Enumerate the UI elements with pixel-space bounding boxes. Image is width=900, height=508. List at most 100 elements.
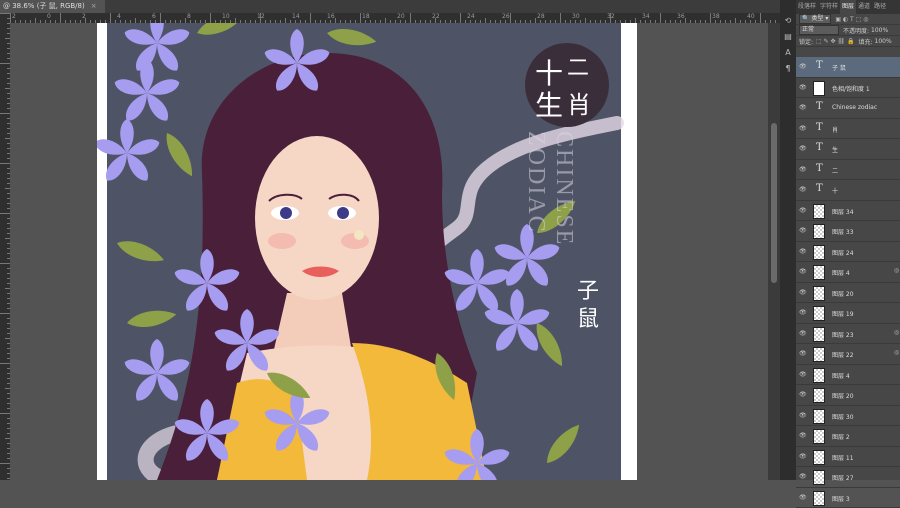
layer-effects-icon[interactable]: ◎ [894,329,899,336]
layer-name[interactable]: 生 [832,145,838,154]
panel-tab[interactable]: 段落样 [796,0,818,14]
layer-thumbnail[interactable] [813,204,825,219]
layer-thumbnail[interactable] [813,409,825,424]
paragraph-icon[interactable]: ¶ [783,64,793,74]
visibility-eye-icon[interactable]: 👁 [799,350,807,357]
layer-name[interactable]: 图层 34 [832,207,854,216]
visibility-eye-icon[interactable]: 👁 [799,145,807,152]
canvas-vertical-scrollbar[interactable] [768,23,780,480]
layer-name[interactable]: 图层 23 [832,330,854,339]
visibility-eye-icon[interactable]: 👁 [799,104,807,111]
layer-name[interactable]: 图层 19 [832,309,854,318]
layer-row[interactable]: 👁TChinese zodiac [796,98,900,119]
layer-name[interactable]: 二 [832,166,838,175]
layer-row[interactable]: 👁 图层 3 [796,488,900,508]
layer-name[interactable]: 图层 3 [832,494,850,503]
layer-name[interactable]: 图层 20 [832,391,854,400]
layer-thumbnail[interactable] [813,450,825,465]
visibility-eye-icon[interactable]: 👁 [799,63,807,70]
visibility-eye-icon[interactable]: 👁 [799,248,807,255]
visibility-eye-icon[interactable]: 👁 [799,166,807,173]
visibility-eye-icon[interactable]: 👁 [799,207,807,214]
layer-name[interactable]: 肖 [832,125,838,134]
layer-row[interactable]: 👁 图层 20 [796,283,900,304]
visibility-eye-icon[interactable]: 👁 [799,125,807,132]
properties-icon[interactable]: ▤ [783,32,793,42]
layer-name[interactable]: Chinese zodiac [832,104,877,111]
visibility-eye-icon[interactable]: 👁 [799,186,807,193]
blend-mode-dropdown[interactable]: 正常 [799,25,839,35]
layer-name[interactable]: 图层 33 [832,227,854,236]
layer-row[interactable]: 👁 图层 20 [796,385,900,406]
layer-row[interactable]: 👁T二 [796,160,900,181]
canvas-area[interactable]: 十 二 生 肖 CHINESE ZODIAC 子 鼠 [10,23,768,480]
visibility-eye-icon[interactable]: 👁 [799,309,807,316]
panel-tab[interactable]: 字符样 [818,0,840,14]
document-tab[interactable]: @ 38.6% (子 鼠, RGB/8)× [0,0,105,13]
visibility-eye-icon[interactable]: 👁 [799,412,807,419]
panel-tab[interactable]: 路径 [872,0,888,14]
layer-row[interactable]: 👁 图层 34 [796,201,900,222]
filter-icons[interactable]: ▣ ◐ T ⬚ ◎ [835,16,868,23]
layer-row[interactable]: 👁T十 [796,180,900,201]
layer-thumbnail[interactable] [813,245,825,260]
layer-name[interactable]: 图层 20 [832,289,854,298]
layer-name[interactable]: 图层 11 [832,453,854,462]
layer-name[interactable]: 图层 30 [832,412,854,421]
layer-name[interactable]: 色相/饱和度 1 [832,84,870,93]
visibility-eye-icon[interactable]: 👁 [799,330,807,337]
visibility-eye-icon[interactable]: 👁 [799,473,807,480]
layer-row[interactable]: 👁T肖 [796,119,900,140]
adjustment-mask-thumbnail[interactable] [813,81,825,96]
history-icon[interactable]: ⟲ [783,16,793,26]
layer-thumbnail[interactable] [813,388,825,403]
visibility-eye-icon[interactable]: 👁 [799,227,807,234]
visibility-eye-icon[interactable]: 👁 [799,289,807,296]
layer-effects-icon[interactable]: ◎ [894,267,899,274]
layer-name[interactable]: 子 鼠 [832,63,846,72]
fill-value[interactable]: 100% [875,38,892,45]
layer-row[interactable]: 👁T子 鼠 [796,57,900,78]
ruler-vertical[interactable] [0,13,10,480]
layer-name[interactable]: 图层 4 [832,371,850,380]
layer-row[interactable]: 👁 图层 33 [796,221,900,242]
visibility-eye-icon[interactable]: 👁 [799,268,807,275]
layer-thumbnail[interactable] [813,368,825,383]
scrollbar-thumb[interactable] [771,123,777,283]
layer-thumbnail[interactable] [813,470,825,485]
visibility-eye-icon[interactable]: 👁 [799,494,807,501]
panel-tab[interactable]: 图层 [840,0,856,14]
layer-thumbnail[interactable] [813,286,825,301]
visibility-eye-icon[interactable]: 👁 [799,432,807,439]
layer-name[interactable]: 十 [832,186,838,195]
layer-row[interactable]: 👁 图层 2 [796,426,900,447]
visibility-eye-icon[interactable]: 👁 [799,371,807,378]
visibility-eye-icon[interactable]: 👁 [799,391,807,398]
opacity-value[interactable]: 100% [871,27,888,34]
layer-row[interactable]: 👁 图层 24 [796,242,900,263]
layer-row[interactable]: 👁图层 11 [796,447,900,468]
layer-row[interactable]: 👁 图层 19 [796,303,900,324]
layer-row[interactable]: 👁 图层 4 ◎ [796,262,900,283]
layer-name[interactable]: 图层 24 [832,248,854,257]
layer-row[interactable]: 👁T生 [796,139,900,160]
layer-name[interactable]: 图层 2 [832,432,850,441]
layer-thumbnail[interactable] [813,306,825,321]
artwork-canvas[interactable]: 十 二 生 肖 CHINESE ZODIAC 子 鼠 [97,23,637,480]
layer-row[interactable]: 👁 图层 23 ◎ [796,324,900,345]
layer-row[interactable]: 👁色相/饱和度 1 [796,78,900,99]
layer-filter-dropdown[interactable]: 🔍 类型 ▾ [799,14,831,24]
panel-tab[interactable]: 通道 [856,0,872,14]
layer-row[interactable]: 👁 图层 27 [796,467,900,488]
layer-name[interactable]: 图层 4 [832,268,850,277]
layer-thumbnail[interactable] [813,265,825,280]
layer-thumbnail[interactable] [813,327,825,342]
layer-name[interactable]: 图层 27 [832,473,854,482]
layer-row[interactable]: 👁 图层 30 [796,406,900,427]
layer-thumbnail[interactable] [813,347,825,362]
layer-effects-icon[interactable]: ◎ [894,349,899,356]
layer-row[interactable]: 👁图层 22◎ [796,344,900,365]
layer-row[interactable]: 👁 图层 4 [796,365,900,386]
layer-thumbnail[interactable] [813,491,825,506]
close-icon[interactable]: × [91,2,97,10]
